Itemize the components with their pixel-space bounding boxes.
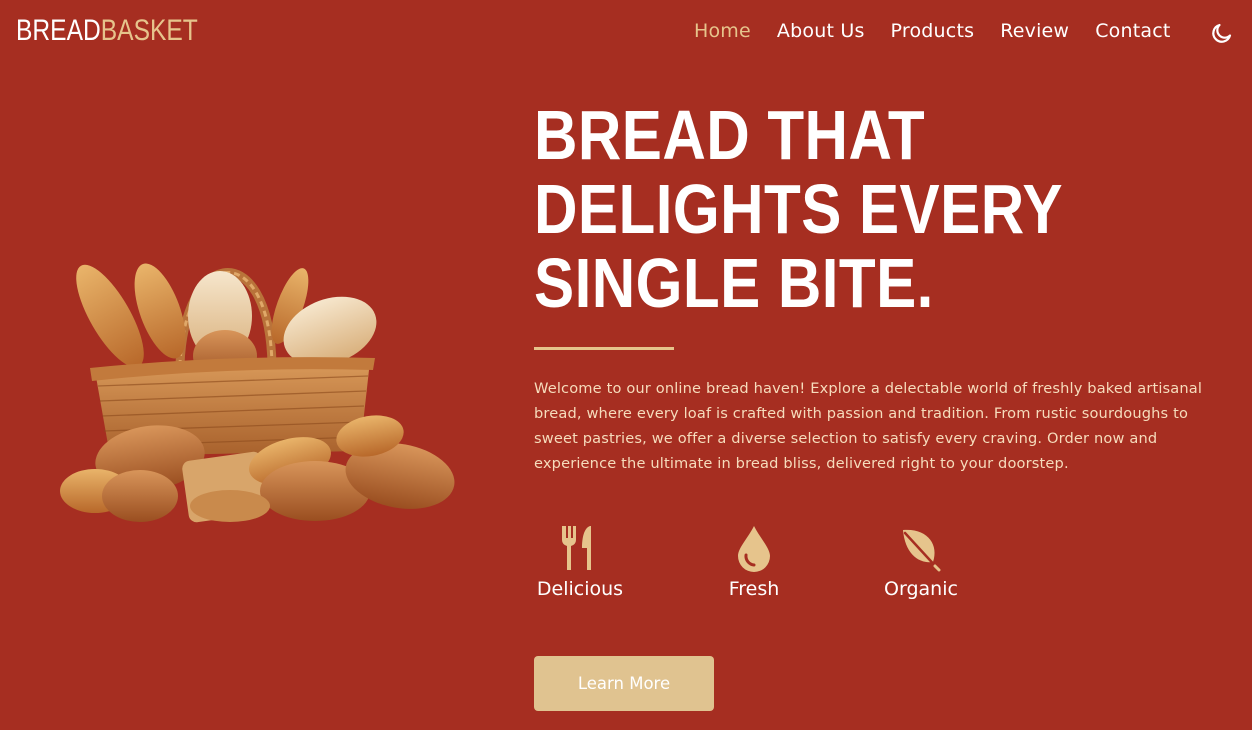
utensils-icon	[556, 524, 604, 572]
feature-label: Fresh	[728, 578, 780, 600]
headline-line-2: DELIGHTS EVERY	[534, 170, 1063, 248]
feature-list: Delicious Fresh Organic	[0, 524, 1252, 614]
feature-organic: Organic	[882, 524, 960, 600]
main-nav: Home About Us Products Review Contact	[694, 20, 1197, 42]
nav-home[interactable]: Home	[694, 20, 751, 42]
nav-review[interactable]: Review	[1000, 20, 1069, 42]
headline-line-3: SINGLE BITE.	[534, 244, 934, 322]
moon-icon[interactable]	[1210, 21, 1234, 45]
learn-more-button[interactable]: Learn More	[534, 656, 714, 711]
droplet-icon	[730, 524, 778, 572]
feature-label: Delicious	[536, 578, 624, 600]
nav-about-us[interactable]: About Us	[777, 20, 865, 42]
headline-divider	[534, 347, 674, 350]
feature-label: Organic	[884, 578, 958, 600]
logo-part-basket: BASKET	[100, 14, 198, 47]
nav-products[interactable]: Products	[891, 20, 975, 42]
feature-delicious: Delicious	[534, 524, 626, 600]
headline-line-1: BREAD THAT	[534, 96, 926, 174]
hero-description: Welcome to our online bread haven! Explo…	[534, 380, 1203, 472]
brand-logo[interactable]: BREADBASKET	[16, 14, 198, 48]
bread-basket-image	[40, 236, 460, 536]
nav-contact[interactable]: Contact	[1095, 20, 1170, 42]
logo-part-bread: BREAD	[16, 14, 101, 47]
feature-fresh: Fresh	[726, 524, 782, 600]
hero-headline: BREAD THAT DELIGHTS EVERY SINGLE BITE.	[534, 98, 1084, 320]
leaf-icon	[897, 524, 945, 572]
page: BREADBASKET Home About Us Products Revie…	[0, 0, 1252, 730]
